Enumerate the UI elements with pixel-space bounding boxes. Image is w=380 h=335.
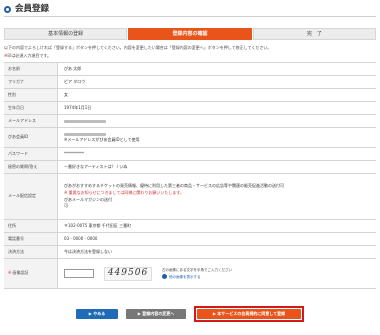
refresh-icon [162, 274, 167, 280]
pia-id-note: ※メールアドレスがぴあ会員IDとして使用 [64, 136, 140, 142]
value-mail-settings: ぴあがおすすめするチケットの発売情報、優待に利用した第三者の商品・サービスの広告… [58, 174, 376, 219]
masked-email [64, 119, 106, 123]
label-mail-settings: メール配信設定 [4, 174, 58, 219]
row-secret-question: 秘密の質問/答え 一番好きなアーティストは？ / いぬ [4, 161, 376, 174]
label-secret-question: 秘密の質問/答え [4, 161, 58, 173]
register-button-highlight: ▶ 本サービスの会員規約に同意して登録 [194, 306, 304, 322]
label-birthday: 生年月日 [4, 102, 58, 114]
edit-button[interactable]: ▶ 登録内容の変更へ [126, 309, 186, 319]
mail-settings-line1: ぴあがおすすめするチケットの発売情報、優待に利用した第三者の商品・サービスの広告… [64, 182, 284, 188]
mail-settings-line4: 可 [64, 203, 68, 209]
cancel-button[interactable]: ▶ やめる [76, 309, 118, 319]
value-phone: 03 - 0000 - 0000 [64, 235, 98, 241]
captcha-input[interactable] [64, 269, 94, 278]
row-name: お名前 ぴあ 太郎 [4, 63, 376, 76]
label-pia-id: ぴあ会員ID [4, 128, 58, 147]
value-birthday: 1974年1月1日 [64, 104, 92, 110]
label-image-auth-text: 画像認証 [12, 270, 29, 276]
value-gender: 女 [64, 91, 68, 97]
label-email: メールアドレス [4, 115, 58, 127]
value-pia-id: ※メールアドレスがぴあ会員IDとして使用 [58, 128, 376, 147]
row-gender: 性別 女 [4, 89, 376, 102]
auth-group: 449506 左の画像にある文字を半角でご入力ください 他の画像を表示する [64, 266, 370, 281]
label-address: 住所 [4, 220, 58, 232]
value-image-auth: 449506 左の画像にある文字を半角でご入力ください 他の画像を表示する [58, 259, 376, 288]
row-mail-settings: メール配信設定 ぴあがおすすめするチケットの発売情報、優待に利用した第三者の商品… [4, 174, 376, 220]
label-image-auth: ※ 画像認証 [4, 259, 58, 288]
refresh-captcha-label: 他の画像を表示する [169, 274, 201, 279]
required-note: ※印は必須入力項目です。 [4, 53, 51, 59]
row-phone: 電話番号 03 - 0000 - 0000 [4, 233, 376, 246]
value-secret-question: 一番好きなアーティストは？ / いぬ [64, 163, 128, 169]
label-gender: 性別 [4, 89, 58, 101]
mail-settings-warning: ※ 重要なお知らせにつきましては同様に関わりお願いいたします。 [64, 189, 184, 195]
row-password: パスワード ********** [4, 148, 376, 161]
captcha-image: 449506 [104, 266, 152, 281]
mail-settings-line3: ぴあメールマガジンの送付 [64, 196, 112, 202]
required-note-text: 印は必須入力項目です。 [7, 53, 51, 58]
row-pia-id: ぴあ会員ID ※メールアドレスがぴあ会員IDとして使用 [4, 128, 376, 148]
value-name: ぴあ 太郎 [64, 65, 82, 71]
required-mark: ※ [8, 270, 12, 276]
row-address: 住所 〒102-0075 東京都 千代田区 三番町 [4, 220, 376, 233]
masked-pia-id [64, 132, 106, 136]
step-confirm: 登録内容の確認 [128, 28, 252, 40]
refresh-captcha-link[interactable]: 他の画像を表示する [162, 274, 232, 280]
page-header: 会員登録 [4, 3, 376, 17]
step-basic-info: 基本情報の登録 [4, 28, 128, 40]
row-email: メールアドレス [4, 115, 376, 128]
register-button[interactable]: ▶ 本サービスの会員規約に同意して登録 [197, 309, 301, 319]
label-furigana: フリガナ [4, 76, 58, 88]
captcha-help-text: 左の画像にある文字を半角でご入力ください [162, 267, 232, 272]
value-furigana: ピア タロウ [64, 78, 86, 84]
value-address: 〒102-0075 東京都 千代田区 三番町 [64, 222, 132, 228]
step-complete: 完 了 [252, 28, 376, 40]
page-title: 会員登録 [15, 4, 50, 15]
value-payment: 今は決済方法を登録しない [64, 248, 112, 254]
circle-bullet-icon [4, 6, 11, 13]
progress-steps: 基本情報の登録 登録内容の確認 完 了 [4, 28, 376, 40]
row-birthday: 生年月日 1974年1月1日 [4, 102, 376, 115]
confirmation-table: お名前 ぴあ 太郎 フリガナ ピア タロウ 性別 女 生年月日 1974年1月1… [4, 62, 376, 289]
label-name: お名前 [4, 63, 58, 75]
value-password: ********** [64, 150, 84, 156]
row-image-auth: ※ 画像認証 449506 左の画像にある文字を半角でご入力ください 他の画像を表… [4, 259, 376, 289]
value-email [58, 115, 376, 127]
intro-text: 以下の内容でよろしければ「登録する」ボタンを押してください。内容を変更したい場合… [4, 45, 272, 50]
captcha-help: 左の画像にある文字を半角でご入力ください 他の画像を表示する [162, 267, 232, 280]
label-payment: 決済方法 [4, 246, 58, 258]
label-password: パスワード [4, 148, 58, 160]
row-furigana: フリガナ ピア タロウ [4, 76, 376, 89]
row-payment: 決済方法 今は決済方法を登録しない [4, 246, 376, 259]
action-buttons: ▶ やめる ▶ 登録内容の変更へ ▶ 本サービスの会員規約に同意して登録 [4, 306, 376, 322]
label-phone: 電話番号 [4, 233, 58, 245]
